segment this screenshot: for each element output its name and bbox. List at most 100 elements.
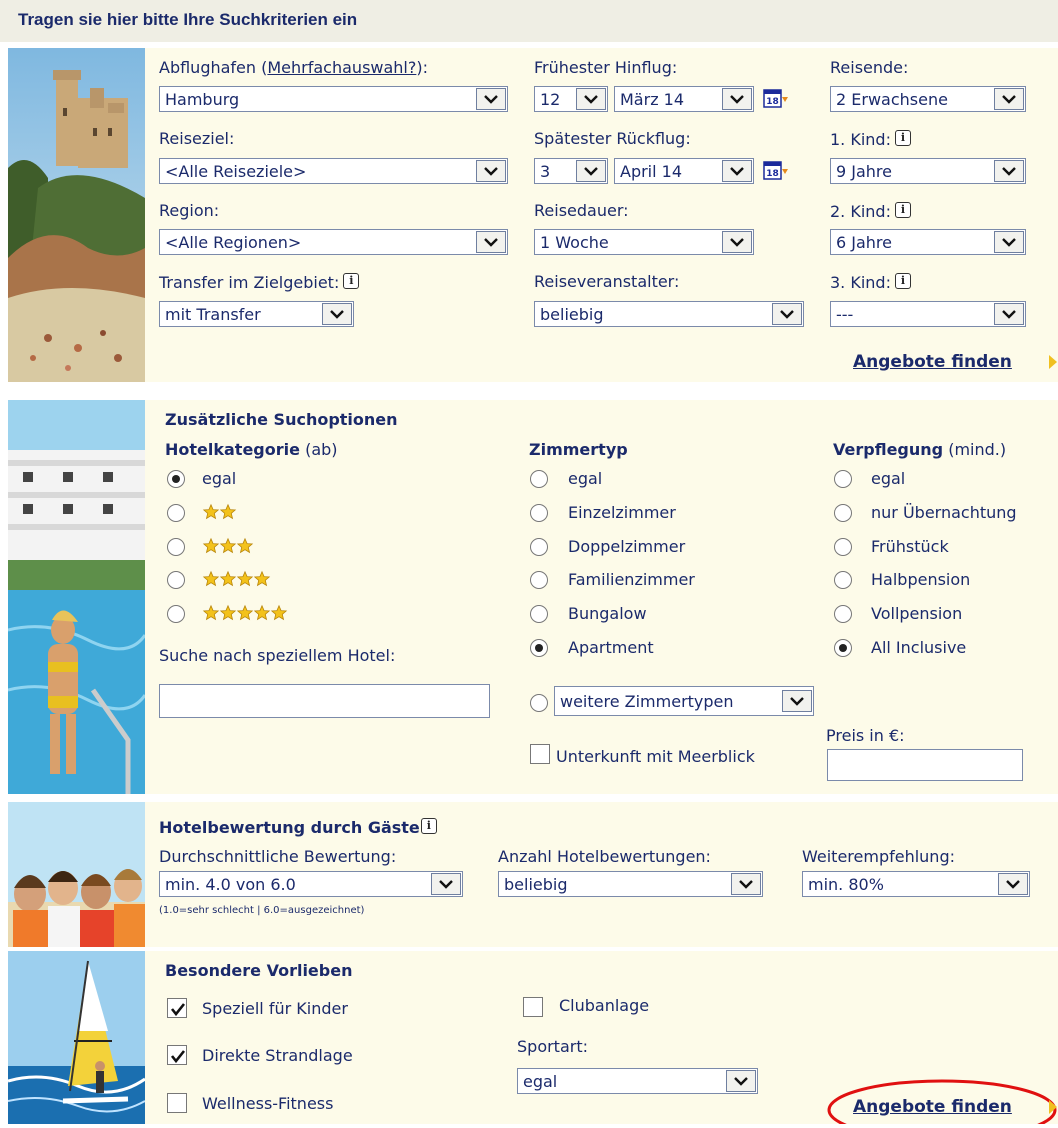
board-radio-5[interactable] <box>834 639 852 657</box>
chevron-down-icon <box>998 873 1028 895</box>
board-radio-3[interactable] <box>834 571 852 590</box>
chevron-down-icon <box>994 303 1024 325</box>
rating-section: Hotelbewertung durch Gäste i Durchschnitt… <box>8 802 1058 947</box>
more-room-types-radio[interactable] <box>530 694 548 712</box>
room-type-label-3: Familienzimmer <box>568 570 695 590</box>
windsurfer-image <box>8 951 145 1124</box>
child1-select[interactable]: 9 Jahre <box>830 158 1026 184</box>
star-icon <box>236 537 254 553</box>
star-icon <box>219 570 237 587</box>
kids-group-image <box>8 802 145 947</box>
info-icon[interactable]: i <box>894 273 911 289</box>
hotel-category-any-radio[interactable] <box>167 470 185 488</box>
price-label: Preis in €: <box>826 726 905 745</box>
info-icon[interactable]: i <box>894 130 911 146</box>
hotel-category-2-star-radio[interactable] <box>167 504 185 522</box>
chevron-down-icon <box>722 160 752 182</box>
board-radio-2[interactable] <box>834 537 852 556</box>
region-select[interactable]: <Alle Regionen> <box>159 229 508 255</box>
room-type-radio-5[interactable] <box>530 639 548 657</box>
room-type-label-1: Einzelzimmer <box>568 502 676 522</box>
star-icon <box>219 604 237 620</box>
info-icon[interactable]: i <box>894 202 911 218</box>
board-radio-1[interactable] <box>834 503 852 522</box>
calendar-icon[interactable]: 18 <box>763 88 788 108</box>
room-type-radio-4[interactable] <box>530 605 548 624</box>
duration-select[interactable]: 1 Woche <box>534 229 754 255</box>
star-icon <box>270 604 288 620</box>
star-icon <box>202 570 220 587</box>
travelers-select[interactable]: 2 Erwachsene <box>830 86 1026 112</box>
room-type-label-5: Apartment <box>568 638 654 657</box>
child3-label: 3. Kind: i <box>830 273 911 292</box>
chevron-down-icon <box>476 231 506 253</box>
calendar-icon[interactable]: 18 <box>763 160 788 180</box>
room-type-radio-0[interactable] <box>530 470 548 488</box>
star-icon <box>253 570 271 587</box>
destination-select[interactable]: <Alle Reiseziele> <box>159 158 508 184</box>
info-icon[interactable]: i <box>420 818 437 834</box>
beach-checkbox[interactable] <box>167 1045 187 1065</box>
club-label: Clubanlage <box>559 996 650 1015</box>
wellness-checkbox[interactable] <box>167 1093 187 1113</box>
room-type-label-2: Doppelzimmer <box>568 536 686 556</box>
multiselect-link[interactable]: Mehrfachauswahl? <box>267 58 416 77</box>
more-room-types-select[interactable]: weitere Zimmertypen <box>554 686 814 716</box>
latest-day-select[interactable]: 3 <box>534 158 608 184</box>
recommend-select[interactable]: min. 80% <box>802 871 1030 897</box>
earliest-month-select[interactable]: März 14 <box>614 86 754 112</box>
transfer-select[interactable]: mit Transfer <box>159 301 354 327</box>
travelers-label: Reisende: <box>830 58 909 77</box>
child3-select[interactable]: --- <box>830 301 1026 327</box>
star-icon <box>202 604 220 620</box>
find-offers-link[interactable]: Angebote finden <box>853 352 1012 372</box>
earliest-day-select[interactable]: 12 <box>534 86 608 112</box>
board-radio-4[interactable] <box>834 605 852 624</box>
kids-checkbox[interactable] <box>167 998 187 1018</box>
chevron-down-icon <box>726 1070 756 1092</box>
hotel-category-4-star-radio[interactable] <box>167 571 185 589</box>
club-checkbox[interactable] <box>523 997 543 1017</box>
board-title: Verpflegung (mind.) <box>833 440 1007 459</box>
board-label-4: Vollpension <box>871 604 963 624</box>
departure-select[interactable]: Hamburg <box>159 86 508 112</box>
rating-count-select[interactable]: beliebig <box>498 871 763 897</box>
board-label-1: nur Übernachtung <box>871 502 1017 522</box>
room-type-radio-2[interactable] <box>530 537 548 556</box>
avg-rating-label: Durchschnittliche Bewertung: <box>159 847 397 866</box>
board-label-2: Frühstück <box>871 536 949 556</box>
sport-label: Sportart: <box>517 1037 588 1056</box>
star-icon <box>219 537 237 553</box>
page-title: Tragen sie hier bitte Ihre Suchkriterien… <box>18 10 358 29</box>
board-label-5: All Inclusive <box>871 638 967 657</box>
room-type-radio-3[interactable] <box>530 571 548 590</box>
hotel-category-5-star-radio[interactable] <box>167 604 185 623</box>
find-offers-link[interactable]: Angebote finden <box>853 1097 1012 1117</box>
sea-view-checkbox[interactable] <box>530 744 550 764</box>
beach-label: Direkte Strandlage <box>202 1046 353 1065</box>
price-input[interactable] <box>827 749 1023 781</box>
latest-month-select[interactable]: April 14 <box>614 158 754 184</box>
hotel-category-3-star-radio[interactable] <box>167 537 185 556</box>
chevron-down-icon <box>322 303 352 325</box>
destination-label: Reiseziel: <box>159 129 235 148</box>
child2-select[interactable]: 6 Jahre <box>830 229 1026 255</box>
chevron-down-icon <box>994 160 1024 182</box>
sport-select[interactable]: egal <box>517 1068 758 1094</box>
room-type-label-4: Bungalow <box>568 604 647 624</box>
board-radio-0[interactable] <box>834 470 852 488</box>
operator-label: Reiseveranstalter: <box>534 272 680 291</box>
operator-select[interactable]: beliebig <box>534 301 804 327</box>
avg-rating-select[interactable]: min. 4.0 von 6.0 <box>159 871 463 897</box>
castle-beach-image <box>8 48 145 382</box>
rating-title: Hotelbewertung durch Gäste i <box>159 818 437 837</box>
room-type-radio-1[interactable] <box>530 503 548 522</box>
arrow-right-icon <box>1048 354 1058 374</box>
chevron-down-icon <box>476 160 506 182</box>
wellness-label: Wellness-Fitness <box>202 1094 334 1113</box>
hotel-search-input[interactable] <box>159 684 490 718</box>
svg-text:18: 18 <box>766 169 779 179</box>
chevron-down-icon <box>731 873 761 895</box>
info-icon[interactable]: i <box>343 273 360 289</box>
star-icon <box>202 503 220 520</box>
